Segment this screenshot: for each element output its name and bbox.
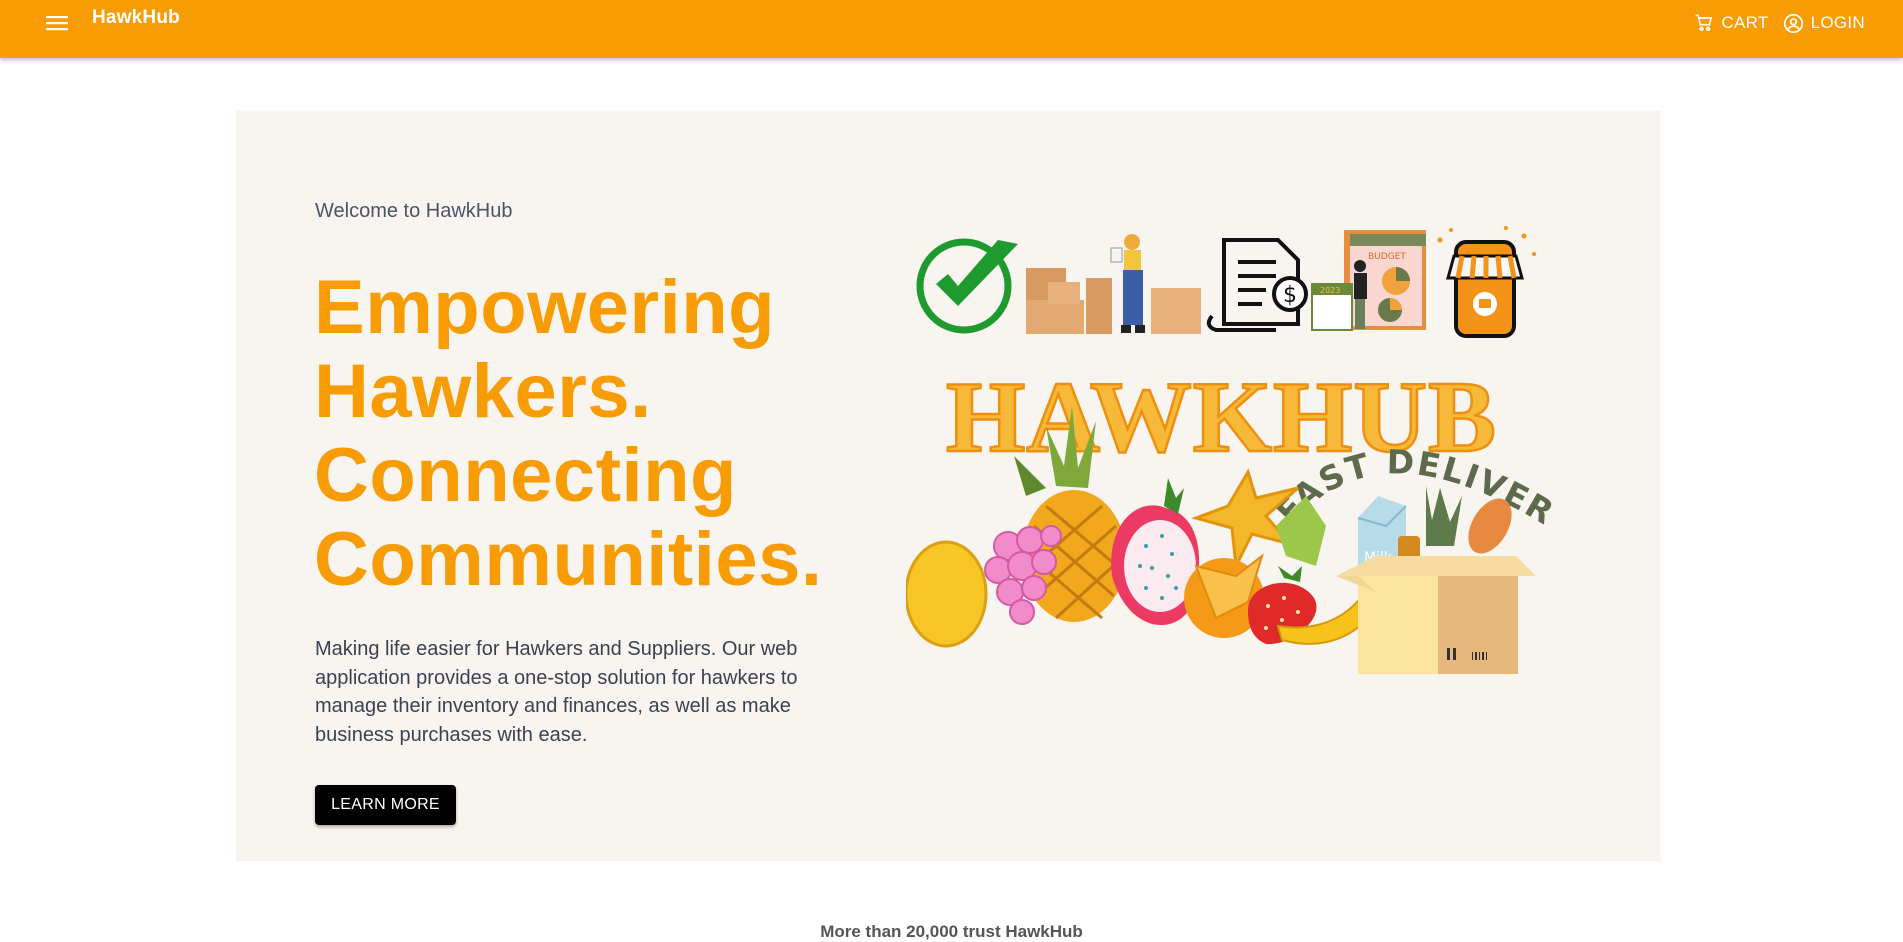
hero-headline: Empowering Hawkers. Connecting Communiti…: [314, 266, 874, 602]
brand-title[interactable]: HawkHub: [92, 7, 180, 29]
shopping-cart-icon: [1694, 13, 1714, 33]
hamburger-menu-icon[interactable]: [38, 4, 76, 42]
warehouse-worker-boxes-icon: [1026, 234, 1201, 334]
svg-text:BUDGET: BUDGET: [1368, 252, 1406, 262]
checkmark-icon: [916, 238, 1018, 334]
account-circle-icon: [1783, 13, 1804, 34]
learn-more-button[interactable]: LEARN MORE: [315, 785, 456, 825]
svg-text:2023: 2023: [1320, 286, 1340, 295]
cart-label: CART: [1721, 13, 1769, 32]
headline-line: Hawkers.: [314, 349, 652, 434]
invoice-dollar-icon: $: [1206, 238, 1308, 332]
cart-button[interactable]: CART: [1694, 13, 1768, 33]
headline-line: Empowering: [314, 265, 776, 350]
app-bar: HawkHub CART LOGIN: [0, 0, 1903, 58]
headline-line: Communities.: [314, 517, 823, 602]
svg-text:$: $: [1283, 283, 1297, 308]
headline-line: Connecting: [314, 433, 737, 518]
login-button[interactable]: LOGIN: [1783, 13, 1865, 34]
hero-section: Welcome to HawkHub Empowering Hawkers. C…: [236, 111, 1661, 861]
welcome-text: Welcome to HawkHub: [315, 200, 513, 222]
mobile-shop-icon: [1437, 226, 1536, 338]
hawkhub-hero-illustration: $ BUDGET 2023 HAWKHUB FAST DELIVER: [906, 226, 1558, 674]
login-label: LOGIN: [1810, 13, 1865, 32]
hero-description: Making life easier for Hawkers and Suppl…: [315, 638, 798, 746]
trust-stat-text: More than 20,000 trust HawkHub: [820, 922, 1083, 941]
budget-report-icon: BUDGET 2023: [1311, 230, 1426, 331]
